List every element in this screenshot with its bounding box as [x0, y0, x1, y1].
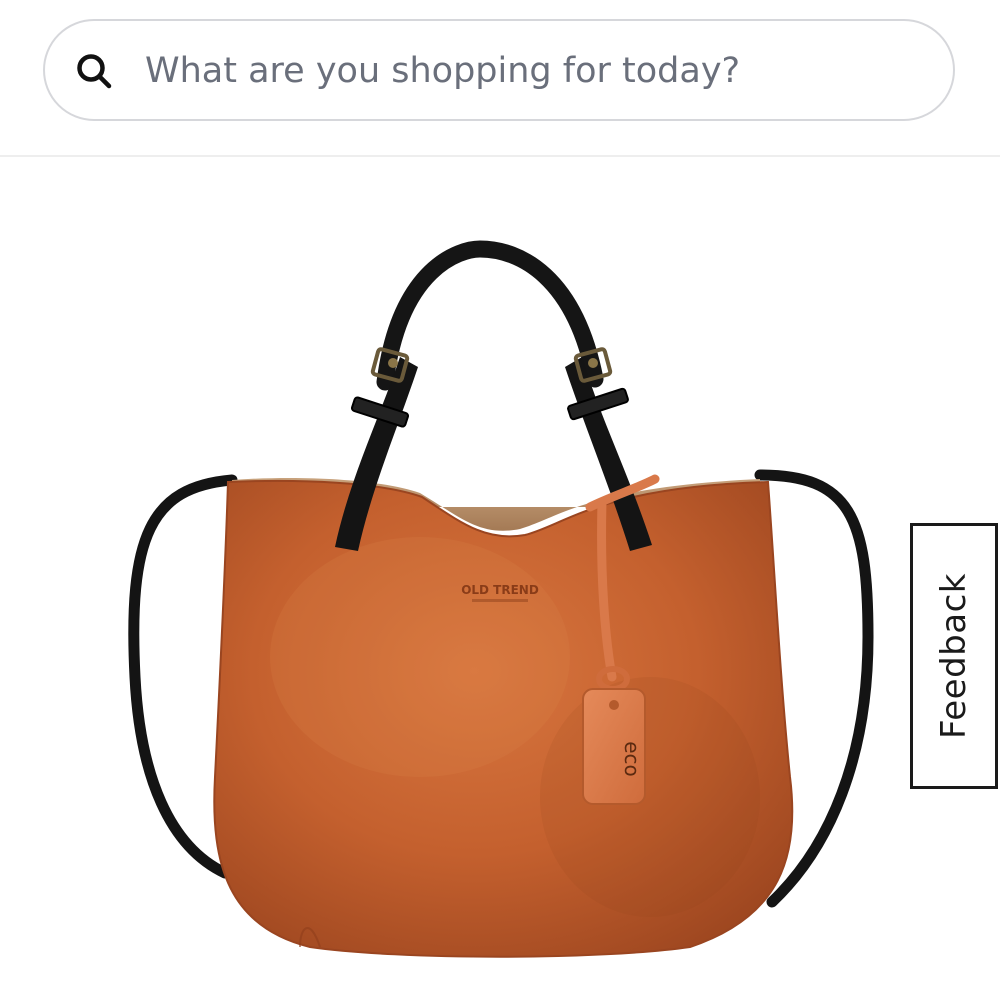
svg-text:OLD TREND: OLD TREND — [461, 583, 539, 597]
search-input[interactable] — [145, 41, 925, 101]
top-search-header — [0, 0, 1000, 157]
search-bar[interactable] — [43, 19, 955, 121]
product-image-area: OLD TREND eco — [0, 157, 1000, 1000]
feedback-tab[interactable]: Feedback — [910, 523, 998, 789]
search-icon — [77, 54, 112, 89]
feedback-label: Feedback — [934, 573, 974, 739]
svg-text:eco: eco — [620, 741, 644, 777]
product-image[interactable]: OLD TREND eco — [0, 157, 1000, 1000]
